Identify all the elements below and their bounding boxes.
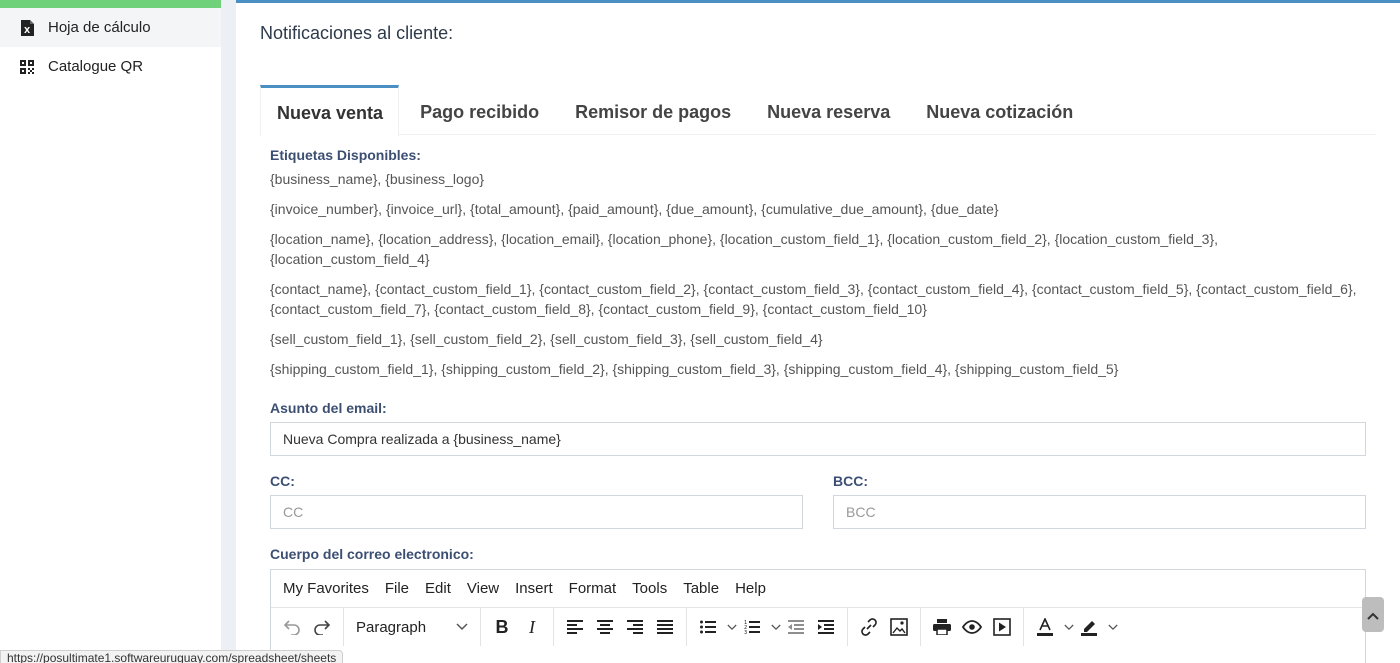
menu-file[interactable]: File	[385, 580, 409, 597]
alignment-group	[554, 608, 687, 646]
editor-menubar: My Favorites File Edit View Insert Forma…	[271, 570, 1365, 608]
tags-list: {business_name}, {business_logo} {invoic…	[270, 169, 1370, 379]
tags-line: {location_name}, {location_address}, {lo…	[270, 231, 1219, 247]
subject-label: Asunto del email:	[270, 400, 387, 416]
chevron-down-icon[interactable]	[1064, 620, 1074, 634]
numbered-list-icon[interactable]: 123	[737, 612, 767, 642]
tags-line: {business_name}, {business_logo}	[270, 171, 485, 187]
tab-remisor-de-pagos[interactable]: Remisor de pagos	[557, 85, 749, 135]
rich-text-editor: My Favorites File Edit View Insert Forma…	[270, 569, 1366, 663]
history-group	[271, 608, 344, 646]
menu-insert[interactable]: Insert	[515, 580, 553, 597]
card-title: Notificaciones al cliente:	[260, 23, 454, 43]
indent-icon[interactable]	[811, 612, 841, 642]
spreadsheet-file-icon: X	[19, 19, 35, 36]
tags-title: Etiquetas Disponibles:	[270, 147, 421, 163]
chevron-down-icon	[456, 620, 468, 634]
tags-line: {contact_name}, {contact_custom_field_1}…	[270, 281, 1357, 297]
block-format-group: Paragraph	[344, 608, 481, 646]
notification-tabs: Nueva venta Pago recibido Remisor de pag…	[260, 85, 1376, 136]
status-url: https://posultimate1.softwareuruguay.com…	[0, 650, 344, 663]
insert-group	[848, 608, 921, 646]
tags-line: {location_custom_field_4}	[270, 251, 430, 267]
link-icon[interactable]	[854, 612, 884, 642]
notifications-card: Notificaciones al cliente: Nueva venta P…	[236, 0, 1400, 663]
cc-label: CC:	[270, 473, 295, 489]
italic-icon[interactable]: I	[517, 612, 547, 642]
menu-help[interactable]: Help	[735, 580, 766, 597]
align-justify-icon[interactable]	[650, 612, 680, 642]
tab-nueva-venta[interactable]: Nueva venta	[260, 85, 400, 136]
text-color-icon[interactable]	[1030, 612, 1060, 642]
outdent-icon[interactable]	[781, 612, 811, 642]
tags-line: {sell_custom_field_1}, {sell_custom_fiel…	[270, 331, 823, 347]
menu-edit[interactable]: Edit	[425, 580, 451, 597]
tags-line: {invoice_number}, {invoice_url}, {total_…	[270, 201, 999, 217]
chevron-down-icon[interactable]	[1108, 620, 1118, 634]
bcc-label: BCC:	[833, 473, 868, 489]
qr-code-icon	[19, 59, 35, 75]
tags-section: Etiquetas Disponibles: {business_name}, …	[270, 147, 1370, 379]
color-group	[1024, 608, 1124, 646]
sidebar-active-indicator	[0, 0, 221, 8]
editor-toolbar: Paragraph B I 123	[271, 608, 1365, 646]
menu-table[interactable]: Table	[683, 580, 719, 597]
align-center-icon[interactable]	[590, 612, 620, 642]
bold-icon[interactable]: B	[487, 612, 517, 642]
redo-icon[interactable]	[307, 612, 337, 642]
subject-input[interactable]: Nueva Compra realizada a {business_name}	[270, 422, 1366, 456]
bullet-list-icon[interactable]	[693, 612, 723, 642]
tab-nueva-cotizacion[interactable]: Nueva cotización	[908, 85, 1091, 135]
tab-pago-recibido[interactable]: Pago recibido	[399, 85, 557, 135]
menu-tools[interactable]: Tools	[632, 580, 667, 597]
tools-group	[921, 608, 1024, 646]
undo-icon[interactable]	[277, 612, 307, 642]
print-icon[interactable]	[927, 612, 957, 642]
menu-format[interactable]: Format	[569, 580, 617, 597]
block-format-select[interactable]: Paragraph	[350, 619, 474, 636]
list-group: 123	[687, 608, 848, 646]
tags-line: {contact_custom_field_7}, {contact_custo…	[270, 301, 927, 317]
bcc-input[interactable]: BCC	[833, 495, 1366, 529]
svg-text:X: X	[24, 26, 31, 35]
sidebar-item-label: Hoja de cálculo	[48, 19, 151, 36]
preview-eye-icon[interactable]	[957, 612, 987, 642]
sidebar-item-label: Catalogue QR	[48, 58, 144, 75]
menu-my-favorites[interactable]: My Favorites	[283, 580, 369, 597]
menu-view[interactable]: View	[467, 580, 499, 597]
image-icon[interactable]	[884, 612, 914, 642]
tags-line: {shipping_custom_field_1}, {shipping_cus…	[270, 361, 1119, 377]
tab-nueva-reserva[interactable]: Nueva reserva	[749, 85, 908, 135]
text-style-group: B I	[481, 608, 554, 646]
align-left-icon[interactable]	[560, 612, 590, 642]
cc-input[interactable]: CC	[270, 495, 803, 529]
media-play-icon[interactable]	[987, 612, 1017, 642]
chevron-up-icon	[1367, 607, 1379, 623]
align-right-icon[interactable]	[620, 612, 650, 642]
scroll-to-top-button[interactable]	[1362, 597, 1384, 632]
highlight-color-icon[interactable]	[1074, 612, 1104, 642]
sidebar-item-catalogue-qr[interactable]: Catalogue QR	[0, 47, 221, 86]
svg-text:3: 3	[744, 630, 747, 635]
chevron-down-icon[interactable]	[771, 620, 781, 634]
chevron-down-icon[interactable]	[727, 620, 737, 634]
block-format-value: Paragraph	[356, 618, 427, 636]
sidebar: X Hoja de cálculo Catalogue QR	[0, 0, 221, 663]
sidebar-item-spreadsheet[interactable]: X Hoja de cálculo	[0, 8, 221, 47]
email-body-label: Cuerpo del correo electronico:	[270, 546, 474, 562]
